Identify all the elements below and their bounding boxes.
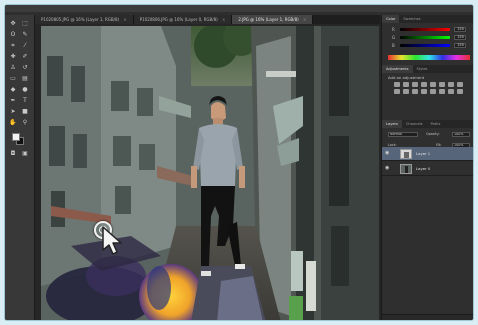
adjustments-heading: Add an adjustment	[388, 75, 425, 80]
blur-tool-icon[interactable]: ◆	[9, 87, 17, 93]
tab-channels[interactable]: Channels	[402, 120, 427, 128]
layer-name: Layer 1	[416, 151, 431, 156]
foreground-color-swatch[interactable]	[12, 133, 20, 141]
move-tool-icon[interactable]: ✥	[9, 21, 17, 27]
history-brush-tool-icon[interactable]: ↺	[21, 65, 29, 71]
gradient-tool-icon[interactable]: ▤	[21, 76, 29, 82]
eye-icon[interactable]: ◉	[385, 166, 391, 171]
hand-tool-icon[interactable]: ✋	[9, 120, 17, 126]
eye-icon[interactable]: ◉	[385, 151, 391, 156]
opacity-label: Opacity:	[426, 132, 440, 136]
brightness-contrast-icon[interactable]	[394, 82, 400, 87]
document-tab[interactable]: P1020805.JPG @ 16% (Layer 1, RGB/8) ×	[35, 15, 134, 24]
close-icon[interactable]: ×	[303, 17, 306, 22]
document-tab-bar: P1020805.JPG @ 16% (Layer 1, RGB/8) × P1…	[35, 15, 380, 24]
close-icon[interactable]: ×	[123, 17, 126, 22]
screen-mode-icon[interactable]: ▣	[21, 151, 29, 157]
tab-adjustments[interactable]: Adjustments	[382, 65, 413, 73]
eraser-tool-icon[interactable]: ▭	[9, 76, 17, 82]
vibrance-icon[interactable]	[430, 82, 436, 87]
slider-label: G	[392, 35, 396, 40]
document-tab-active[interactable]: 2.JPG @ 16% (Layer 1, RGB/8) ×	[232, 15, 314, 24]
color-slider-r[interactable]: R 255	[392, 27, 466, 32]
color-spectrum-bar[interactable]	[388, 55, 470, 60]
color-balance-icon[interactable]	[448, 82, 454, 87]
quick-select-tool-icon[interactable]: ✎	[21, 32, 29, 38]
close-icon[interactable]: ×	[222, 17, 225, 22]
marquee-tool-icon[interactable]: ⬚	[21, 21, 29, 27]
channel-mixer-icon[interactable]	[403, 89, 409, 94]
layer-thumbnail	[400, 149, 412, 159]
curves-icon[interactable]	[412, 82, 418, 87]
selective-color-icon[interactable]	[457, 89, 463, 94]
slider-label: B	[392, 43, 395, 48]
photo-filter-icon[interactable]	[394, 89, 400, 94]
black-white-icon[interactable]	[457, 82, 463, 87]
type-tool-icon[interactable]: T	[21, 98, 29, 104]
posterize-icon[interactable]	[430, 89, 436, 94]
right-panels: Color Swatches R 255 G 255 B 255 Adjustm…	[381, 15, 473, 320]
opacity-input[interactable]: 100%	[452, 132, 470, 137]
levels-icon[interactable]	[403, 82, 409, 87]
slider-track[interactable]	[400, 36, 450, 39]
path-select-tool-icon[interactable]: ➤	[9, 109, 17, 115]
invert-icon[interactable]	[421, 89, 427, 94]
quick-mask-icon[interactable]: ◘	[9, 151, 17, 157]
layer-name: Layer 0	[416, 166, 431, 171]
blend-mode-select[interactable]: Normal	[388, 132, 418, 137]
brush-tool-icon[interactable]: ✐	[21, 54, 29, 60]
tab-swatches[interactable]: Swatches	[399, 15, 424, 23]
slider-track[interactable]	[400, 44, 450, 47]
threshold-icon[interactable]	[439, 89, 445, 94]
tools-panel: ✥ ⬚ ʘ ✎ ⌗ ⁄ ✚ ✐ ♙ ↺ ▭ ▤ ◆ ● ✒ T ➤ ■ ✋ ⚲ …	[5, 15, 35, 320]
document-tab-label: P1020806.JPG @ 16% (Layer 0, RGB/8)	[139, 17, 218, 22]
clone-stamp-tool-icon[interactable]: ♙	[9, 65, 17, 71]
eyedropper-tool-icon[interactable]: ⁄	[21, 43, 29, 49]
layers-panel-footer	[382, 314, 473, 320]
slider-value[interactable]: 255	[454, 35, 466, 40]
lasso-tool-icon[interactable]: ʘ	[9, 32, 17, 38]
slider-value[interactable]: 255	[454, 43, 466, 48]
adjustment-icons	[394, 82, 464, 94]
tab-color[interactable]: Color	[382, 15, 400, 23]
gradient-map-icon[interactable]	[448, 89, 454, 94]
color-lookup-icon[interactable]	[412, 89, 418, 94]
layer-thumbnail	[400, 164, 412, 174]
tab-layers[interactable]: Layers	[382, 120, 402, 128]
dodge-tool-icon[interactable]: ●	[21, 87, 29, 93]
document-tab-label: 2.JPG @ 16% (Layer 1, RGB/8)	[238, 17, 299, 22]
zoom-tool-icon[interactable]: ⚲	[21, 120, 29, 126]
mouse-pointer-icon	[102, 226, 122, 255]
alley-photo	[41, 26, 379, 320]
tab-paths[interactable]: Paths	[427, 120, 445, 128]
layer-row-layer-1[interactable]: ◉ Layer 1	[382, 147, 473, 161]
tab-styles[interactable]: Styles	[413, 65, 432, 73]
menu-bar[interactable]	[5, 5, 473, 12]
exposure-icon[interactable]	[421, 82, 427, 87]
slider-track[interactable]	[400, 28, 450, 31]
slider-label: R	[392, 27, 395, 32]
pen-tool-icon[interactable]: ✒	[9, 98, 17, 104]
layers-panel-tabs: Layers Channels Paths	[382, 120, 473, 128]
document-tab-label: P1020805.JPG @ 16% (Layer 1, RGB/8)	[41, 17, 120, 22]
slider-value[interactable]: 255	[454, 27, 466, 32]
shape-tool-icon[interactable]: ■	[21, 109, 29, 115]
crop-tool-icon[interactable]: ⌗	[9, 43, 17, 49]
document-canvas[interactable]	[41, 26, 379, 320]
hue-saturation-icon[interactable]	[439, 82, 445, 87]
layer-row-layer-0[interactable]: ◉ Layer 0	[382, 162, 473, 176]
healing-brush-tool-icon[interactable]: ✚	[9, 54, 17, 60]
adjustments-panel-tabs: Adjustments Styles	[382, 65, 473, 73]
color-slider-g[interactable]: G 255	[392, 35, 466, 40]
document-tab[interactable]: P1020806.JPG @ 16% (Layer 0, RGB/8) ×	[133, 15, 233, 24]
photoshop-window: P1020805.JPG @ 16% (Layer 1, RGB/8) × P1…	[4, 4, 474, 321]
color-slider-b[interactable]: B 255	[392, 43, 466, 48]
color-panel-tabs: Color Swatches	[382, 15, 473, 23]
